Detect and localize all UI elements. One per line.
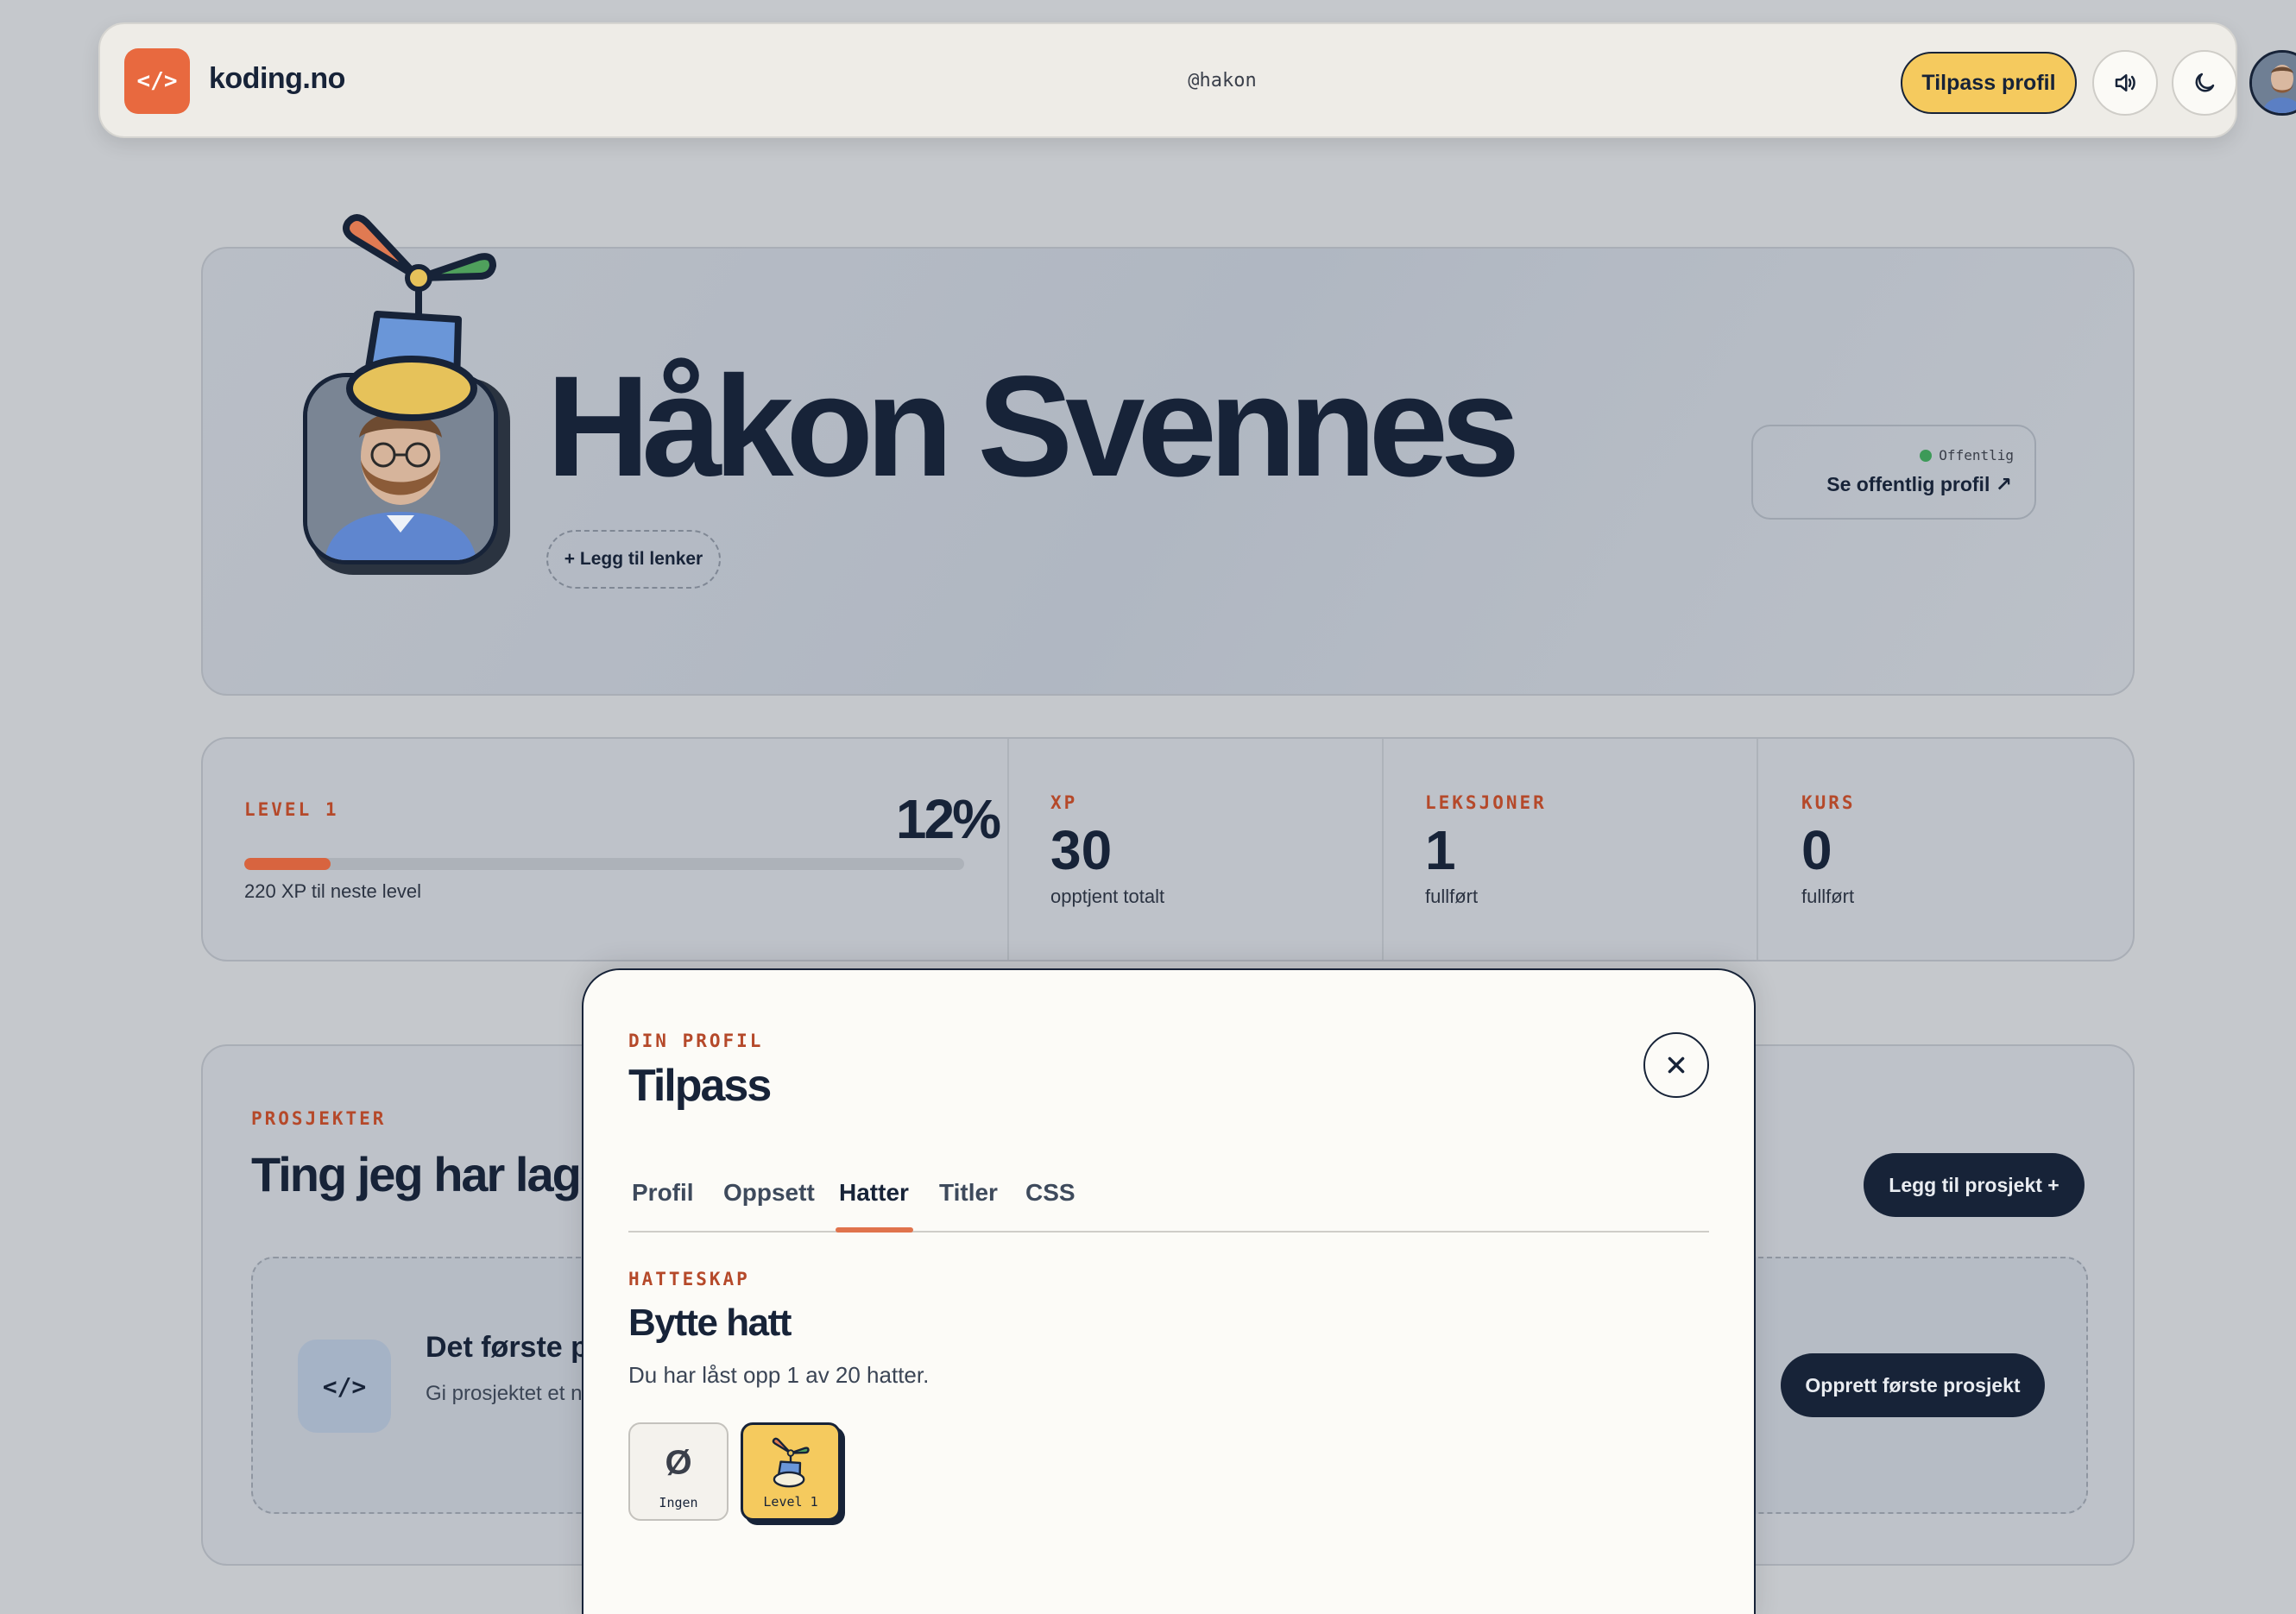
moon-icon [2195,73,2215,92]
courses-label: KURS [1801,792,1856,813]
hat-option-none[interactable]: Ø Ingen [628,1422,729,1521]
courses-sub: fullført [1801,886,1855,908]
user-avatar[interactable] [2249,50,2296,116]
create-first-project-button[interactable]: Opprett første prosjekt [1781,1353,2045,1417]
xp-stat: XP 30 opptjent totalt [1050,792,1164,908]
tab-hatter[interactable]: Hatter [836,1179,912,1207]
theme-toggle-button[interactable] [2172,50,2237,116]
user-handle: @hakon [1188,70,1257,91]
level-percent: 12% [895,788,1001,850]
sound-toggle-button[interactable] [2092,50,2158,116]
active-tab-indicator [836,1227,913,1233]
code-icon: </> [298,1340,391,1433]
hat-option-level-1[interactable]: Level 1 [741,1422,841,1521]
profile-name: Håkon Svennes [546,347,1520,507]
lessons-value: 1 [1425,819,1456,881]
status-dot-icon [1920,449,1933,462]
hat-option-label: Level 1 [763,1494,818,1510]
lessons-label: LEKSJONER [1425,792,1547,813]
projects-eyebrow: PROSJEKTER [251,1108,387,1129]
visibility-status: Offentlig [1920,447,2014,463]
xp-label: XP [1050,792,1078,813]
xp-value: 30 [1050,819,1113,881]
customize-modal: DIN PROFIL Tilpass Profil Oppsett Hatter… [582,968,1756,1614]
courses-stat: KURS 0 fullført [1801,792,1856,908]
visibility-label: Offentlig [1939,447,2014,463]
propeller-hat-icon [772,1437,810,1488]
lessons-sub: fullført [1425,886,1479,908]
hat-option-label: Ingen [659,1495,698,1510]
customize-profile-button[interactable]: Tilpass profil [1901,52,2077,114]
propeller-hat-icon[interactable] [332,204,505,428]
profile-hero-card: Håkon Svennes + Legg til lenker Offentli… [201,214,2135,696]
stat-divider [1382,739,1384,960]
speaker-icon [2115,74,2135,91]
stat-divider [1757,739,1758,960]
stat-divider [1007,739,1009,960]
tab-css[interactable]: CSS [1022,1179,1079,1207]
level-label: LEVEL 1 [244,799,339,820]
projects-title: Ting jeg har lage [251,1147,607,1201]
close-icon [1668,1056,1685,1074]
close-button[interactable] [1643,1032,1709,1098]
add-links-button[interactable]: + Legg til lenker [546,530,721,589]
tab-profil[interactable]: Profil [628,1179,697,1207]
section-title: Bytte hatt [628,1302,792,1344]
section-eyebrow: HATTESKAP [628,1269,750,1289]
tab-titler[interactable]: Titler [936,1179,1001,1207]
public-profile-card[interactable]: Offentlig Se offentlig profil ↗ [1751,425,2036,520]
xp-sub: opptjent totalt [1050,886,1165,908]
top-navbar: </> koding.no @hakon Tilpass profil [98,22,2296,138]
level-next-text: 220 XP til neste level [244,880,422,902]
level-progress-bar [244,858,964,870]
courses-value: 0 [1801,819,1832,881]
tab-oppsett[interactable]: Oppsett [720,1179,818,1207]
profile-page: </> koding.no @hakon Tilpass profil Håko… [0,0,2296,1614]
stats-card: LEVEL 1 12% 220 XP til neste level XP 30… [201,737,2135,961]
add-project-button[interactable]: Legg til prosjekt + [1864,1153,2085,1217]
tabs-divider [628,1231,1709,1233]
logo-icon[interactable]: </> [124,48,190,114]
empty-state-title: Det første p [426,1331,589,1364]
modal-tabs: Profil Oppsett Hatter Titler CSS [628,1162,1709,1321]
lessons-stat: LEKSJONER 1 fullført [1425,792,1547,908]
none-icon: Ø [665,1444,692,1482]
modal-title: Tilpass [628,1061,772,1111]
site-name[interactable]: koding.no [209,62,345,96]
section-description: Du har låst opp 1 av 20 hatter. [628,1362,930,1388]
view-public-profile-link[interactable]: Se offentlig profil ↗ [1826,473,2012,496]
level-progress-fill [244,858,331,870]
modal-eyebrow: DIN PROFIL [628,1031,764,1051]
